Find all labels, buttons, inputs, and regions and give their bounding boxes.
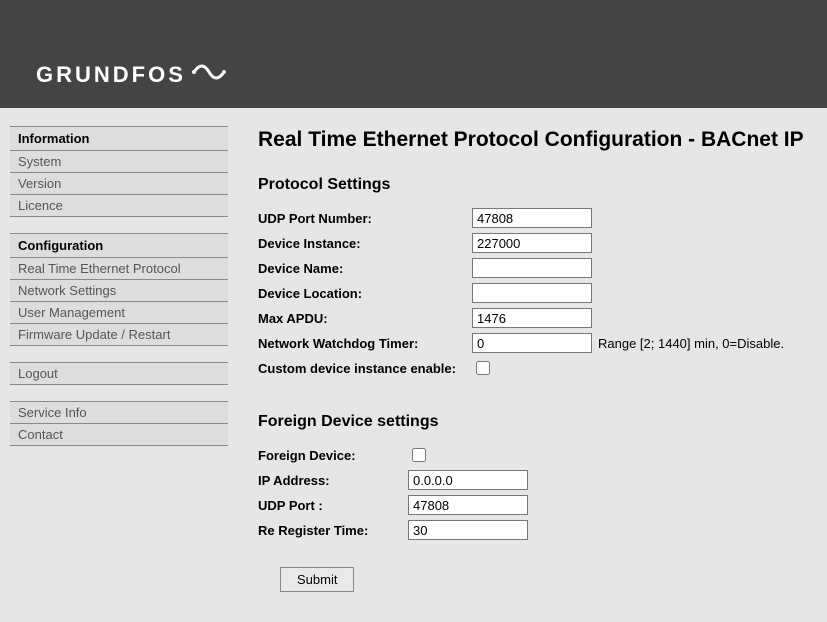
label-udp-port: UDP Port : (258, 498, 408, 513)
sidebar-item-rte-protocol[interactable]: Real Time Ethernet Protocol (10, 258, 228, 280)
label-device-instance: Device Instance: (258, 236, 472, 251)
label-re-register-time: Re Register Time: (258, 523, 408, 538)
sidebar-item-service-info[interactable]: Service Info (10, 402, 228, 424)
sidebar-item-version[interactable]: Version (10, 173, 228, 195)
sidebar-item-contact[interactable]: Contact (10, 424, 228, 446)
label-device-name: Device Name: (258, 261, 472, 276)
input-max-apdu[interactable] (472, 308, 592, 328)
input-udp-port[interactable] (408, 495, 528, 515)
label-foreign-device: Foreign Device: (258, 448, 408, 463)
input-network-watchdog[interactable] (472, 333, 592, 353)
sidebar-item-firmware-update[interactable]: Firmware Update / Restart (10, 324, 228, 346)
sidebar-group-logout: Logout (10, 362, 228, 385)
submit-button[interactable]: Submit (280, 567, 354, 592)
label-network-watchdog: Network Watchdog Timer: (258, 336, 472, 351)
sidebar-item-network-settings[interactable]: Network Settings (10, 280, 228, 302)
brand-logo: GRUNDFOS (36, 58, 226, 92)
header-bar: GRUNDFOS (0, 0, 827, 108)
hint-network-watchdog: Range [2; 1440] min, 0=Disable. (598, 336, 784, 351)
page-title: Real Time Ethernet Protocol Configuratio… (258, 128, 827, 152)
main-content: Real Time Ethernet Protocol Configuratio… (246, 108, 827, 622)
sidebar-group-title-configuration: Configuration (10, 234, 228, 258)
sidebar-item-logout[interactable]: Logout (10, 363, 228, 385)
grundfos-screw-icon (192, 58, 226, 92)
checkbox-custom-device-instance-enable[interactable] (476, 361, 490, 375)
section-protocol-settings: Protocol Settings (258, 176, 827, 194)
input-ip-address[interactable] (408, 470, 528, 490)
section-foreign-device-settings: Foreign Device settings (258, 413, 827, 431)
input-device-instance[interactable] (472, 233, 592, 253)
brand-text: GRUNDFOS (36, 62, 186, 88)
label-ip-address: IP Address: (258, 473, 408, 488)
sidebar-item-licence[interactable]: Licence (10, 195, 228, 217)
input-re-register-time[interactable] (408, 520, 528, 540)
input-udp-port-number[interactable] (472, 208, 592, 228)
input-device-name[interactable] (472, 258, 592, 278)
input-device-location[interactable] (472, 283, 592, 303)
label-max-apdu: Max APDU: (258, 311, 472, 326)
sidebar-group-misc: Service Info Contact (10, 401, 228, 446)
sidebar-group-configuration: Configuration Real Time Ethernet Protoco… (10, 233, 228, 346)
sidebar-item-system[interactable]: System (10, 151, 228, 173)
label-custom-device-instance-enable: Custom device instance enable: (258, 361, 472, 376)
checkbox-foreign-device[interactable] (412, 448, 426, 462)
sidebar: Information System Version Licence Confi… (0, 108, 246, 462)
label-udp-port-number: UDP Port Number: (258, 211, 472, 226)
label-device-location: Device Location: (258, 286, 472, 301)
sidebar-item-user-management[interactable]: User Management (10, 302, 228, 324)
sidebar-group-information: Information System Version Licence (10, 126, 228, 217)
sidebar-group-title-information: Information (10, 127, 228, 151)
